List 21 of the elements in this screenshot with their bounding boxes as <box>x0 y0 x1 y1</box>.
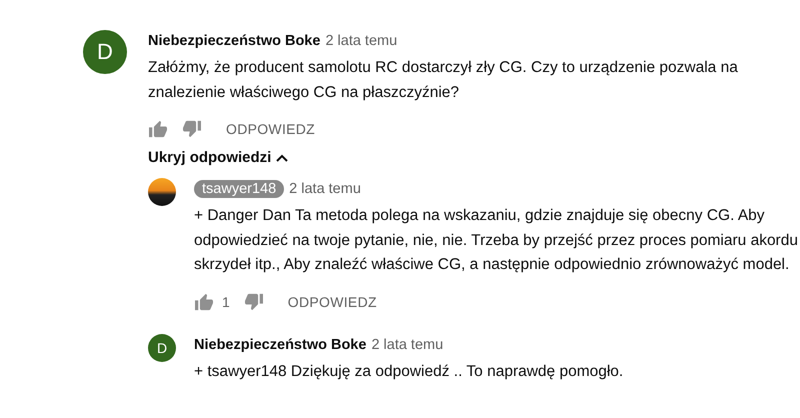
author-badge[interactable]: tsawyer148 <box>194 180 284 198</box>
chevron-up-icon <box>276 154 288 162</box>
comment-text: + tsawyer148 Dziękuję za odpowiedź .. To naprawdę pomogło. <box>194 362 624 382</box>
reply-button[interactable]: ODPOWIEDZ <box>216 121 316 137</box>
author-name[interactable]: Niebezpieczeństwo Boke <box>148 33 320 49</box>
comment-time[interactable]: 2 lata temu <box>325 33 398 49</box>
author-name[interactable]: Niebezpieczeństwo Boke <box>194 336 366 352</box>
like-count: 1 <box>222 294 230 310</box>
thumbs-down-icon[interactable] <box>244 292 264 310</box>
reply-button[interactable]: ODPOWIEDZ <box>278 294 377 310</box>
comment-time[interactable]: 2 lata temu <box>289 181 361 197</box>
comment-time[interactable]: 2 lata temu <box>371 336 444 352</box>
comment-text: + Danger Dan Ta metoda polega na wskazaniu, gdzie znajduje się obecny CG. Aby odpowiedzieć na twoje pytanie, nie, nie. Trzeba by przejść przez proces pomiaru akordu skrzydeł itp., Aby znaleźć właściwe CG, a następnie odpowiednio zrównoważyć model. <box>194 206 799 275</box>
thumbs-up-icon[interactable] <box>148 120 168 138</box>
comment-text: Załóżmy, że producent samolotu RC dostarczył zły CG. Czy to urządzenie pozwala na znalezienie właściwego CG na płaszczyźnie? <box>148 58 739 102</box>
avatar[interactable]: D <box>83 30 127 74</box>
avatar-photo[interactable] <box>148 178 176 206</box>
thumbs-down-icon[interactable] <box>182 120 202 138</box>
thumbs-up-icon[interactable] <box>194 292 214 310</box>
avatar[interactable]: D <box>148 334 176 362</box>
hide-replies-button[interactable]: Ukryj odpowiedzi <box>148 149 288 166</box>
